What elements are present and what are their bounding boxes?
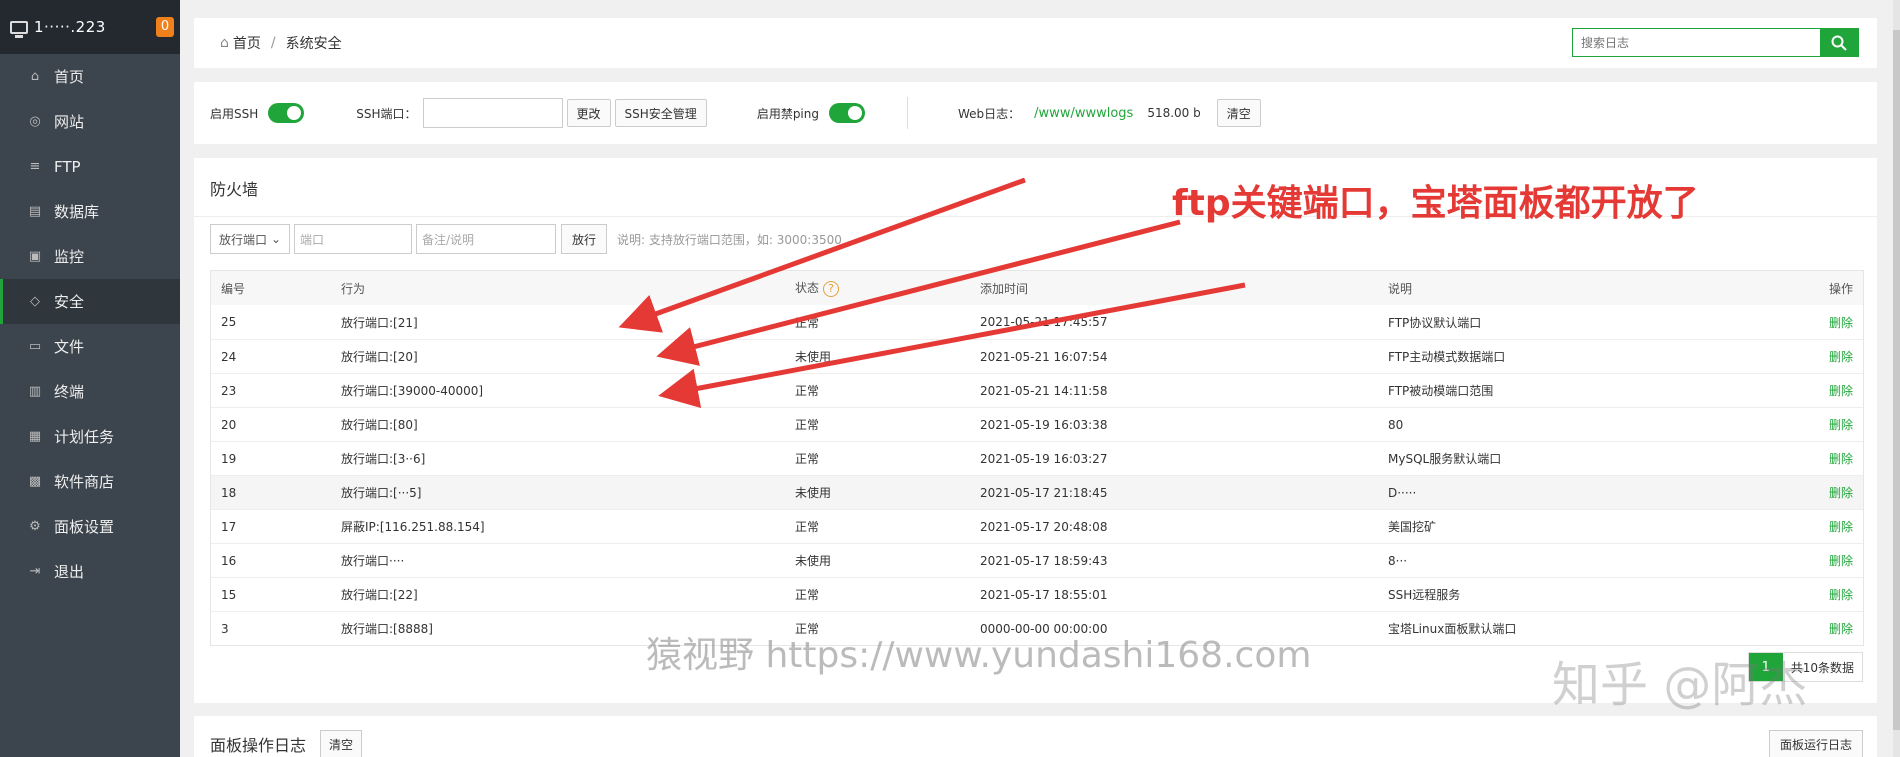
arrow-1 — [618, 177, 1026, 333]
annotation-text: ftp关键端口，宝塔面板都开放了 — [1172, 183, 1699, 224]
site-watermark: 猿视野 https://www.yundashi168.com — [646, 635, 1312, 676]
arrow-2 — [656, 219, 1181, 366]
zhihu-watermark: 知乎 @阿杰 — [1552, 657, 1808, 713]
arrow-3 — [658, 282, 1246, 409]
